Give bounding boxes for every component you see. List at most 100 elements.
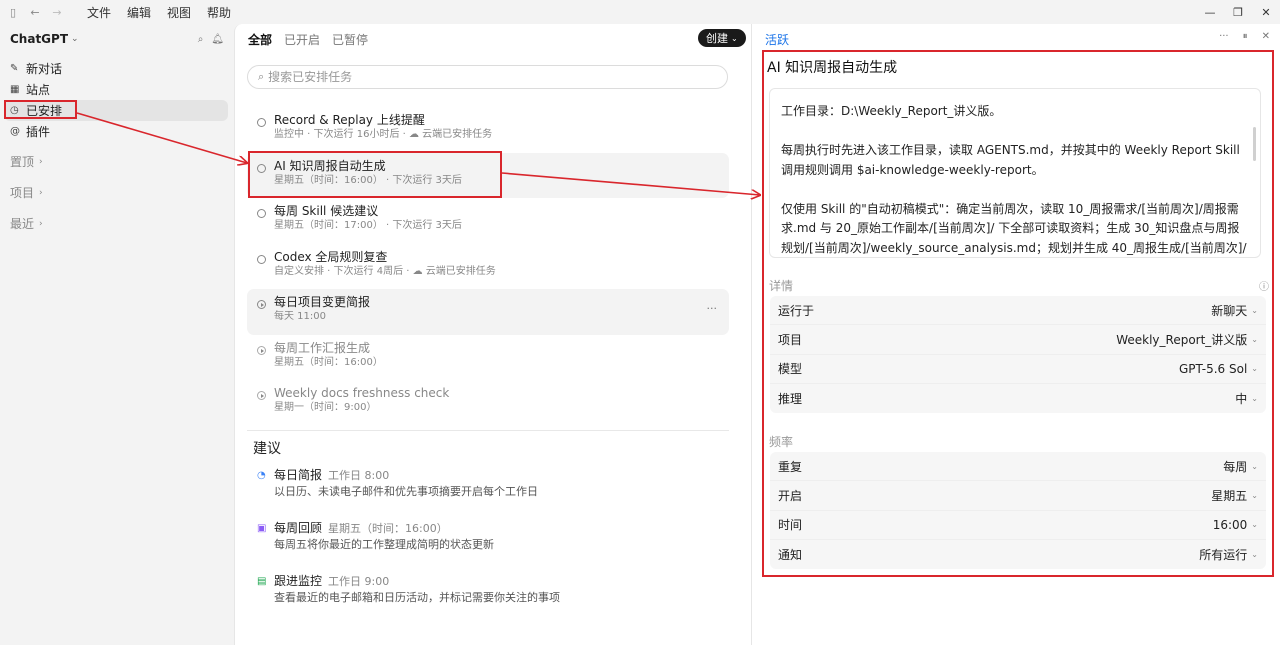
detail-row-run-in[interactable]: 运行于 新聊天 ⌄ (770, 296, 1266, 326)
bell-icon: ◔ (257, 470, 266, 481)
sidebar-item-label: 站点 (26, 83, 51, 97)
task-title: AI 知识周报自动生成 (274, 158, 386, 173)
menu-edit[interactable]: 编辑 (119, 4, 159, 21)
menu-view[interactable]: 视图 (159, 4, 199, 21)
task-title: Codex 全局规则复查 (274, 249, 388, 264)
section-projects[interactable]: 项目 › (0, 177, 234, 208)
document-check-icon: ▤ (257, 576, 267, 587)
task-schedule: 星期五（时间：17:00） · 下次运行 3天后 (274, 220, 462, 231)
task-item[interactable]: Codex 全局规则复查 自定义安排 · 下次运行 4周后 · ☁ 云端已安排任… (247, 244, 729, 290)
calendar-icon: ▣ (257, 523, 267, 534)
task-schedule: 星期五（时间：16:00） · 下次运行 3天后 (274, 174, 462, 186)
app-brand[interactable]: ChatGPT (10, 32, 68, 46)
search-box: ⌕ (247, 65, 728, 89)
play-circle-icon (257, 391, 266, 400)
section-pinned[interactable]: 置顶 › (0, 146, 234, 177)
chevron-down-icon: ⌄ (1251, 490, 1258, 500)
suggestion-item[interactable]: ▤ 跟进监控 工作日 9:00 查看最近的电子邮箱和日历活动，并标记需要你关注的事… (253, 574, 723, 627)
status-circle-icon (257, 163, 266, 173)
status-circle-icon (257, 209, 266, 218)
sidebar-item-sites[interactable]: ▦ 站点 (4, 79, 228, 100)
status-circle-icon (257, 118, 266, 127)
detail-toolbar: ··· ⏸︎ ✕ (1219, 31, 1270, 42)
forward-arrow-icon[interactable]: → (47, 2, 67, 22)
sidebar-toggle-icon[interactable]: ▯ (3, 2, 23, 22)
chevron-down-icon: ⌄ (1251, 334, 1258, 344)
tab-all[interactable]: 全部 (243, 28, 277, 51)
chevron-down-icon: ⌄ (1251, 520, 1258, 530)
row-label: 模型 (778, 362, 803, 377)
sidebar-nav: ✎ 新对话 ▦ 站点 ◷ 已安排 @ 插件 (0, 58, 234, 142)
chevron-down-icon: ⌄ (1251, 364, 1258, 374)
row-value: 星期五 (1211, 488, 1248, 503)
task-item-hover[interactable]: 每日项目变更简报 每天 11:00 ··· (247, 289, 729, 335)
suggestion-item[interactable]: ◔ 每日简报 工作日 8:00 以日历、未读电子邮件和优先事项摘要开启每个工作日 (253, 468, 723, 521)
row-value: 16:00 (1212, 517, 1248, 532)
detail-row-model[interactable]: 模型 GPT-5.6 Sol ⌄ (770, 355, 1266, 384)
row-value: 新聊天 (1211, 303, 1248, 318)
close-window-icon[interactable]: ✕ (1252, 0, 1280, 24)
sidebar-item-new-chat[interactable]: ✎ 新对话 (4, 58, 228, 79)
maximize-icon[interactable]: ❐ (1224, 0, 1252, 24)
task-detail-panel: 活跃 ··· ⏸︎ ✕ AI 知识周报自动生成 工作目录：D:\Weekly_R… (752, 24, 1280, 645)
task-item[interactable]: 每周 Skill 候选建议 星期五（时间：17:00） · 下次运行 3天后 (247, 198, 729, 244)
menu-file[interactable]: 文件 (79, 4, 119, 21)
scrollbar-thumb[interactable] (1253, 127, 1256, 161)
prompt-paragraph: 每周执行时先进入该工作目录，读取 AGENTS.md，并按其中的 Weekly … (781, 143, 1240, 177)
pause-icon[interactable]: ⏸︎ (1243, 31, 1248, 42)
chevron-down-icon[interactable]: ⌄ (71, 34, 79, 44)
section-recent[interactable]: 最近 › (0, 208, 234, 239)
task-list: Record & Replay 上线提醒 监控中 · 下次运行 16小时后 · … (247, 107, 729, 426)
filter-tabs: 全部 已开启 已暂停 (243, 28, 373, 51)
suggestion-time: 星期五（时间：16:00） (328, 522, 448, 535)
row-value: GPT-5.6 Sol (1179, 361, 1248, 376)
tab-enabled[interactable]: 已开启 (279, 28, 325, 51)
frequency-row-start[interactable]: 开启 星期五 ⌄ (770, 481, 1266, 511)
task-item-paused[interactable]: 每周工作汇报生成 星期五（时间：16:00） (247, 335, 729, 381)
sidebar-item-scheduled[interactable]: ◷ 已安排 (4, 100, 228, 121)
tab-active[interactable]: 活跃 (765, 31, 789, 48)
search-icon[interactable]: ⌕ (198, 34, 204, 45)
row-label: 开启 (778, 488, 803, 503)
suggestion-list: ◔ 每日简报 工作日 8:00 以日历、未读电子邮件和优先事项摘要开启每个工作日 … (253, 468, 723, 627)
more-options-icon[interactable]: ··· (1219, 31, 1229, 42)
suggestion-item[interactable]: ▣ 每周回顾 星期五（时间：16:00） 每周五将你最近的工作整理成简明的状态更新 (253, 521, 723, 574)
suggestion-time: 工作日 9:00 (328, 575, 390, 588)
bell-icon[interactable]: 🔔︎ (211, 34, 224, 45)
chevron-right-icon: › (39, 156, 43, 167)
task-schedule: 每天 11:00 (274, 311, 326, 322)
detail-row-project[interactable]: 项目 Weekly_Report_讲义版 ⌄ (770, 325, 1266, 355)
row-label: 运行于 (778, 303, 815, 318)
frequency-row-notify[interactable]: 通知 所有运行 ⌄ (770, 540, 1266, 569)
suggestion-desc: 以日历、未读电子邮件和优先事项摘要开启每个工作日 (274, 485, 538, 498)
task-title: 每周 Skill 候选建议 (274, 204, 379, 218)
row-label: 推理 (778, 392, 803, 407)
sidebar-item-label: 新对话 (26, 62, 63, 76)
frequency-row-time[interactable]: 时间 16:00 ⌄ (770, 511, 1266, 540)
frequency-row-repeat[interactable]: 重复 每周 ⌄ (770, 452, 1266, 482)
close-icon[interactable]: ✕ (1262, 31, 1270, 42)
chevron-down-icon: ⌄ (1251, 394, 1258, 404)
info-icon[interactable]: ⓘ (1259, 278, 1269, 293)
more-options-icon[interactable]: ··· (707, 302, 718, 315)
play-circle-icon (257, 345, 266, 355)
suggestion-title: 每日简报 (274, 468, 323, 482)
task-item-selected[interactable]: AI 知识周报自动生成 星期五（时间：16:00） · 下次运行 3天后 (247, 152, 729, 198)
minimize-icon[interactable]: — (1196, 0, 1224, 24)
row-value: 每周 (1223, 459, 1248, 474)
prompt-text-area[interactable]: 工作目录：D:\Weekly_Report_讲义版。 每周执行时先进入该工作目录… (769, 88, 1261, 258)
sidebar-item-plugins[interactable]: @ 插件 (4, 121, 228, 142)
search-icon: ⌕ (258, 70, 265, 83)
task-item[interactable]: Record & Replay 上线提醒 监控中 · 下次运行 16小时后 · … (247, 107, 729, 153)
back-arrow-icon[interactable]: ← (25, 2, 45, 22)
create-button-label: 创建 (706, 32, 728, 45)
chevron-down-icon: ⌄ (1251, 461, 1258, 471)
task-item-paused[interactable]: Weekly docs freshness check 星期一（时间：9:00） (247, 380, 729, 426)
divider (247, 430, 729, 431)
search-input[interactable] (268, 70, 689, 84)
create-button[interactable]: 创建 ⌄ (698, 29, 746, 47)
detail-row-reasoning[interactable]: 推理 中 ⌄ (770, 384, 1266, 413)
tab-paused[interactable]: 已暂停 (327, 28, 373, 51)
prompt-paragraph: 工作目录：D:\Weekly_Report_讲义版。 (781, 104, 1002, 118)
menu-help[interactable]: 帮助 (199, 4, 239, 21)
